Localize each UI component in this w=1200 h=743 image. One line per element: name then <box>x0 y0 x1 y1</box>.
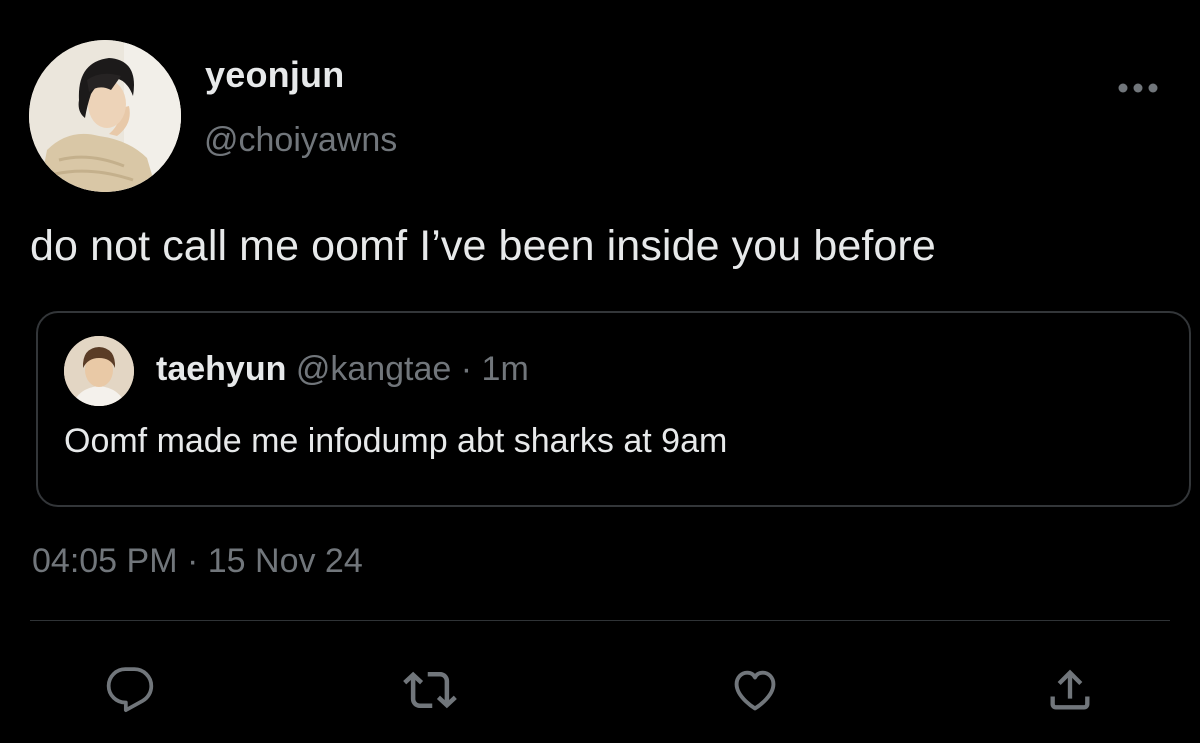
quoted-author-meta: @kangtae · 1m <box>295 350 529 388</box>
author-avatar[interactable] <box>29 40 181 192</box>
tweet-text: do not call me oomf I’ve been inside you… <box>30 222 936 270</box>
more-options-button[interactable] <box>1113 78 1163 98</box>
quoted-tweet-header: taehyun @kangtae · 1m <box>156 350 529 389</box>
share-icon <box>1050 669 1090 710</box>
reply-button[interactable] <box>100 660 160 720</box>
share-button[interactable] <box>1040 660 1100 720</box>
reply-icon <box>106 667 154 712</box>
tweet-timestamp[interactable]: 04:05 PM · 15 Nov 24 <box>32 542 363 581</box>
quoted-author-avatar <box>64 336 134 406</box>
quoted-tweet-text: Oomf made me infodump abt sharks at 9am <box>64 422 728 460</box>
quoted-author-avatar-image <box>64 336 134 406</box>
divider <box>30 620 1170 621</box>
author-avatar-image <box>29 40 181 192</box>
author-handle[interactable]: @choiyawns <box>204 121 397 160</box>
like-button[interactable] <box>725 660 785 720</box>
more-horizontal-icon <box>1118 83 1158 93</box>
retweet-button[interactable] <box>400 660 460 720</box>
heart-icon <box>734 670 776 711</box>
quoted-tweet-card[interactable]: taehyun @kangtae · 1m Oomf made me infod… <box>36 311 1191 507</box>
quoted-author-display-name: taehyun <box>156 350 287 388</box>
retweet-icon <box>403 671 457 709</box>
author-display-name[interactable]: yeonjun <box>205 54 344 96</box>
